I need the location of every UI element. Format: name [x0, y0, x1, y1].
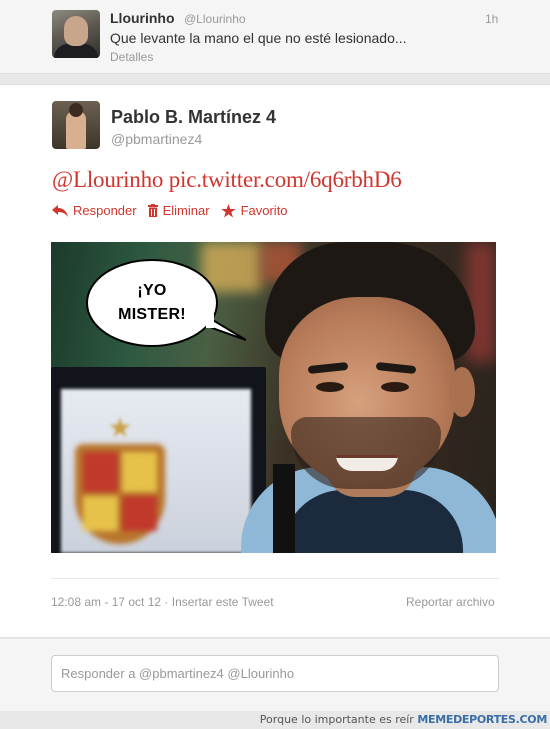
tweet-timestamp[interactable]: 12:08 am - 17 oct 12 — [51, 595, 161, 609]
speech-bubble: ¡YO MISTER! — [86, 259, 218, 347]
reply-area — [0, 639, 550, 711]
crest-emblem — [75, 444, 165, 544]
previous-tweet-avatar[interactable] — [52, 10, 100, 58]
speech-bubble-line-2: MISTER! — [118, 306, 186, 323]
tweet-card: Pablo B. Martínez 4 @pbmartinez4 @Llouri… — [0, 84, 550, 638]
reply-label: Responder — [73, 203, 137, 218]
report-media-link[interactable]: Reportar archivo — [406, 595, 495, 609]
tweet-actions: Responder Eliminar Favorito — [52, 203, 299, 218]
watermark: Porque lo importante es reír MEMEDEPORTE… — [0, 711, 550, 729]
previous-tweet-author-name[interactable]: Llourinho — [110, 10, 175, 26]
tweet-meta: 12:08 am - 17 oct 12 · Insertar este Twe… — [51, 595, 274, 609]
previous-tweet[interactable]: Llourinho @Llourinho 1h Que levante la m… — [0, 0, 550, 74]
speech-bubble-line-1: ¡YO — [137, 282, 167, 299]
watermark-brand: MEMEDEPORTES.COM — [417, 713, 547, 726]
author-avatar[interactable] — [52, 101, 100, 149]
favorite-label: Favorito — [240, 203, 288, 218]
reply-input[interactable] — [51, 655, 499, 692]
author-name[interactable]: Pablo B. Martínez 4 — [111, 107, 276, 128]
star-icon — [220, 203, 236, 217]
previous-tweet-text: Que levante la mano el que no esté lesio… — [110, 30, 407, 46]
microphone — [273, 464, 295, 553]
embed-tweet-link[interactable]: Insertar este Tweet — [172, 595, 274, 609]
reply-icon — [52, 204, 68, 217]
reply-button[interactable]: Responder — [52, 203, 137, 218]
meta-separator: · — [164, 595, 169, 609]
trash-icon — [147, 204, 158, 217]
previous-tweet-details-link[interactable]: Detalles — [110, 50, 153, 64]
delete-button[interactable]: Eliminar — [147, 203, 210, 218]
tweet-text[interactable]: @Llourinho pic.twitter.com/6q6rbhD6 — [52, 167, 402, 193]
tweet-photo[interactable]: ¡YO MISTER! — [51, 242, 496, 553]
previous-tweet-author-handle[interactable]: @Llourinho — [184, 12, 246, 26]
speech-bubble-tail — [206, 314, 246, 341]
delete-label: Eliminar — [162, 203, 210, 218]
photo-background-monitor — [51, 367, 266, 553]
author-handle[interactable]: @pbmartinez4 — [111, 131, 202, 147]
previous-tweet-time[interactable]: 1h — [485, 12, 498, 26]
favorite-button[interactable]: Favorito — [220, 203, 288, 218]
watermark-tagline: Porque lo importante es reír — [259, 713, 414, 726]
divider — [51, 578, 499, 579]
